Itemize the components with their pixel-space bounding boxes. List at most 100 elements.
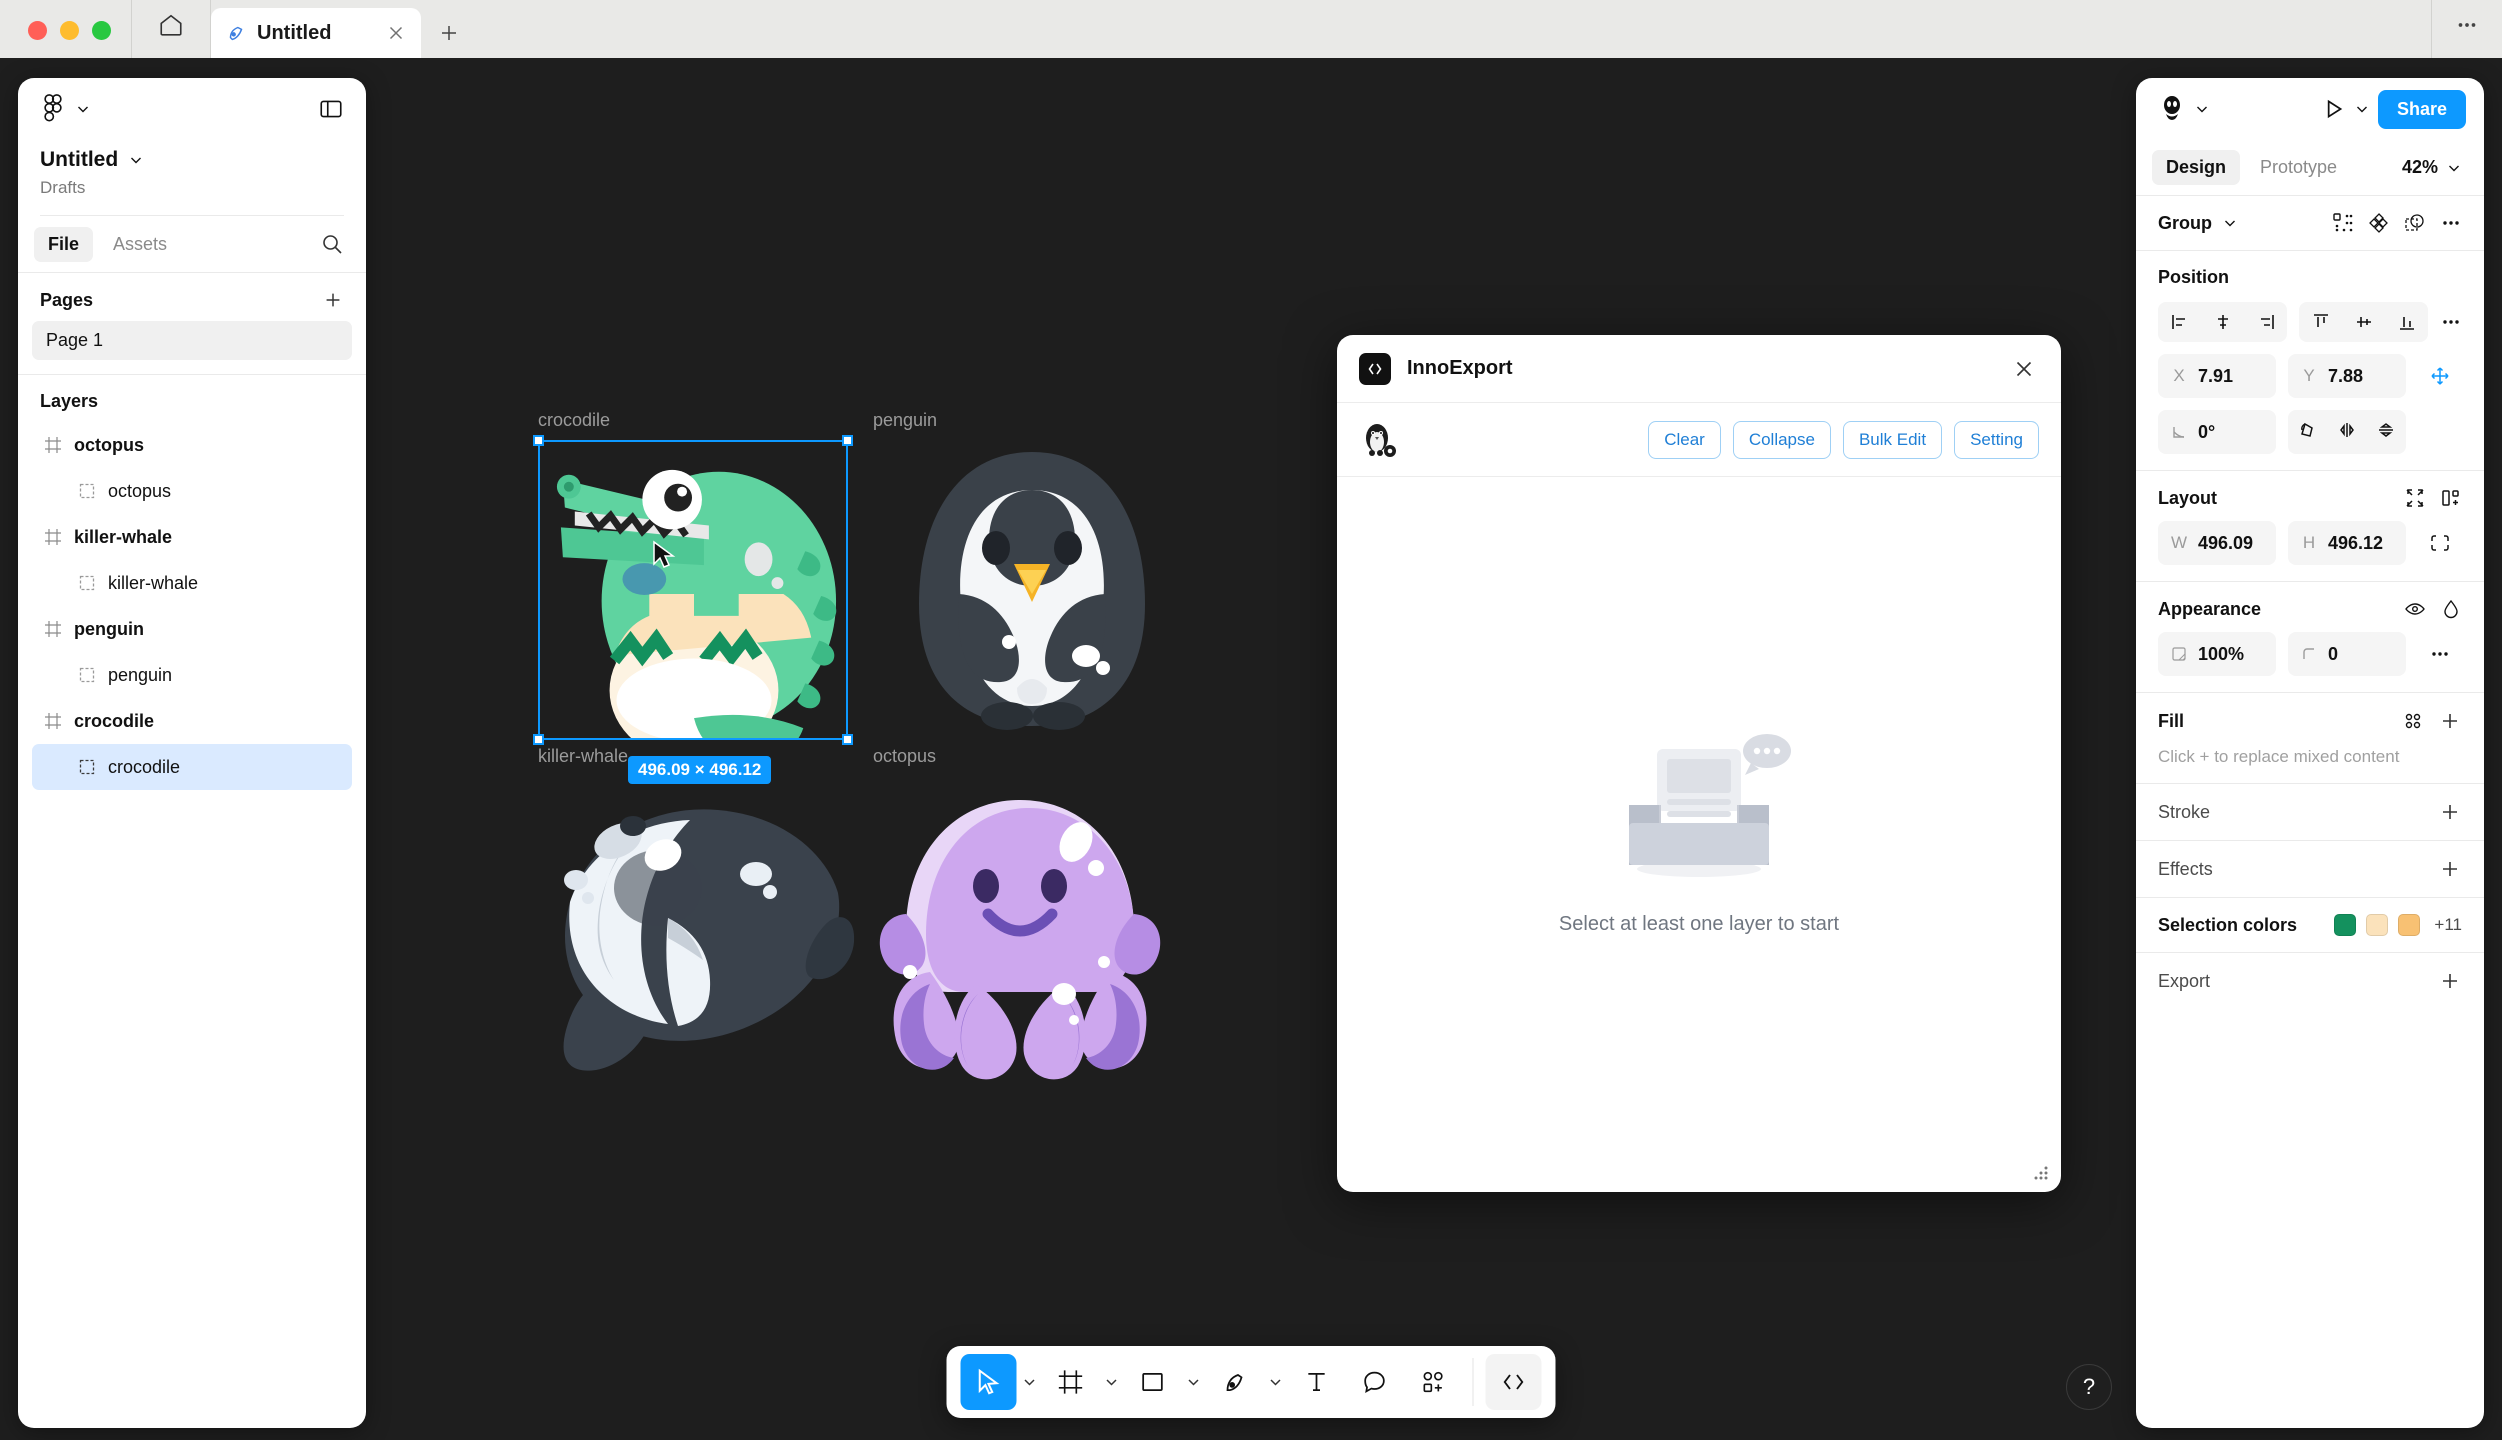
text-tool[interactable] bbox=[1289, 1354, 1345, 1410]
height-field[interactable]: H 496.12 bbox=[2288, 521, 2406, 565]
comment-tool[interactable] bbox=[1347, 1354, 1403, 1410]
browser-tab[interactable]: Untitled bbox=[211, 8, 421, 58]
new-tab-button[interactable] bbox=[421, 8, 477, 58]
artwork-killer-whale[interactable] bbox=[538, 798, 858, 1078]
eye-icon[interactable] bbox=[2404, 598, 2426, 620]
resize-handle-bottom-right[interactable] bbox=[842, 734, 853, 745]
selection-type[interactable]: Group bbox=[2158, 213, 2238, 234]
add-effect-button[interactable] bbox=[2438, 857, 2462, 881]
width-field[interactable]: W 496.09 bbox=[2158, 521, 2276, 565]
resize-handle-bottom-left[interactable] bbox=[533, 734, 544, 745]
resize-handle-top-right[interactable] bbox=[842, 435, 853, 446]
layer-row-killer-whale-group[interactable]: killer-whale bbox=[32, 560, 352, 606]
corner-radius-field[interactable]: 0 bbox=[2288, 632, 2406, 676]
clear-button[interactable]: Clear bbox=[1648, 420, 1721, 459]
plugin-modal[interactable]: InnoExport Clear Collapse Bulk Edit Sett… bbox=[1337, 335, 2061, 1192]
opacity-field[interactable]: 100% bbox=[2158, 632, 2276, 676]
add-auto-layout-icon[interactable] bbox=[2440, 487, 2462, 509]
close-window-button[interactable] bbox=[28, 21, 47, 40]
more-colors-count[interactable]: +11 bbox=[2434, 915, 2462, 935]
pen-tool[interactable] bbox=[1207, 1354, 1263, 1410]
chevron-down-icon[interactable] bbox=[1183, 1354, 1205, 1410]
artwork-octopus[interactable] bbox=[870, 794, 1170, 1084]
align-right-icon[interactable] bbox=[2244, 302, 2287, 342]
artwork-penguin[interactable] bbox=[897, 444, 1167, 734]
panel-layout-icon[interactable] bbox=[318, 96, 344, 122]
chevron-down-icon[interactable] bbox=[1265, 1354, 1287, 1410]
x-position-field[interactable]: X 7.91 bbox=[2158, 354, 2276, 398]
shape-tool[interactable] bbox=[1125, 1354, 1181, 1410]
collapse-button[interactable]: Collapse bbox=[1732, 420, 1831, 459]
add-fill-button[interactable] bbox=[2438, 709, 2462, 733]
avatar[interactable] bbox=[2158, 95, 2210, 123]
layer-row-penguin-frame[interactable]: penguin bbox=[32, 606, 352, 652]
rotation-field[interactable]: 0° bbox=[2158, 410, 2276, 454]
setting-button[interactable]: Setting bbox=[1954, 420, 2039, 459]
align-center-horizontal-icon[interactable] bbox=[2201, 302, 2244, 342]
close-icon[interactable] bbox=[385, 22, 407, 44]
resize-to-fit-icon[interactable] bbox=[2404, 487, 2426, 509]
selection-bounding-box[interactable] bbox=[533, 435, 853, 745]
resize-grip-icon[interactable] bbox=[2031, 1162, 2051, 1182]
tab-file[interactable]: File bbox=[34, 226, 94, 262]
browser-menu-button[interactable] bbox=[2432, 0, 2502, 58]
more-horizontal-icon[interactable] bbox=[2440, 311, 2462, 333]
tab-assets[interactable]: Assets bbox=[99, 227, 181, 262]
resize-handle-top-left[interactable] bbox=[533, 435, 544, 446]
blend-mode-icon[interactable] bbox=[2440, 598, 2462, 620]
mask-icon[interactable] bbox=[2404, 212, 2426, 234]
add-stroke-button[interactable] bbox=[2438, 800, 2462, 824]
align-center-vertical-icon[interactable] bbox=[2342, 302, 2385, 342]
corner-radius-icon[interactable] bbox=[2288, 410, 2327, 450]
chevron-down-icon[interactable] bbox=[1019, 1354, 1041, 1410]
color-swatch[interactable] bbox=[2334, 914, 2357, 936]
align-left-icon[interactable] bbox=[2158, 302, 2201, 342]
absolute-position-icon[interactable] bbox=[2418, 365, 2462, 387]
help-button[interactable]: ? bbox=[2066, 1364, 2112, 1410]
flip-horizontal-icon[interactable] bbox=[2327, 410, 2366, 450]
flip-vertical-icon[interactable] bbox=[2367, 410, 2406, 450]
home-button[interactable] bbox=[132, 0, 210, 58]
chevron-down-icon[interactable] bbox=[1101, 1354, 1123, 1410]
align-bottom-icon[interactable] bbox=[2385, 302, 2428, 342]
minimize-window-button[interactable] bbox=[60, 21, 79, 40]
y-position-field[interactable]: Y 7.88 bbox=[2288, 354, 2406, 398]
add-export-button[interactable] bbox=[2438, 969, 2462, 993]
artboard-label-penguin[interactable]: penguin bbox=[873, 410, 937, 431]
dev-mode-tool[interactable] bbox=[1485, 1354, 1542, 1410]
close-icon[interactable] bbox=[2009, 354, 2039, 384]
zoom-control[interactable]: 42% bbox=[2402, 157, 2468, 178]
variant-icon[interactable] bbox=[2368, 212, 2390, 234]
chevron-down-icon[interactable] bbox=[2354, 101, 2370, 117]
artboard-label-octopus[interactable]: octopus bbox=[873, 746, 936, 767]
layer-row-crocodile-frame[interactable]: crocodile bbox=[32, 698, 352, 744]
more-horizontal-icon[interactable] bbox=[2440, 212, 2462, 234]
layer-row-penguin-group[interactable]: penguin bbox=[32, 652, 352, 698]
maximize-window-button[interactable] bbox=[92, 21, 111, 40]
actions-tool[interactable] bbox=[1405, 1354, 1461, 1410]
tab-design[interactable]: Design bbox=[2152, 150, 2241, 185]
share-button[interactable]: Share bbox=[2377, 89, 2466, 129]
tab-prototype[interactable]: Prototype bbox=[2246, 150, 2351, 185]
file-name-row[interactable]: Untitled bbox=[40, 148, 344, 172]
constrain-proportions-icon[interactable] bbox=[2418, 532, 2462, 554]
bulk-edit-button[interactable]: Bulk Edit bbox=[1842, 420, 1943, 459]
more-horizontal-icon[interactable] bbox=[2418, 643, 2462, 665]
figma-menu-button[interactable] bbox=[40, 94, 91, 124]
play-icon[interactable] bbox=[2320, 96, 2346, 122]
artboard-label-crocodile[interactable]: crocodile bbox=[538, 410, 610, 431]
frame-tool[interactable] bbox=[1043, 1354, 1099, 1410]
page-item-page-1[interactable]: Page 1 bbox=[32, 321, 352, 360]
layer-row-killer-whale-frame[interactable]: killer-whale bbox=[32, 514, 352, 560]
search-button[interactable] bbox=[320, 232, 350, 256]
color-swatch[interactable] bbox=[2366, 914, 2389, 936]
layer-row-octopus-group[interactable]: octopus bbox=[32, 468, 352, 514]
artboard-label-killer-whale[interactable]: killer-whale bbox=[538, 746, 628, 767]
style-library-icon[interactable] bbox=[2402, 710, 2424, 732]
layer-row-octopus-frame[interactable]: octopus bbox=[32, 422, 352, 468]
layer-row-crocodile-group[interactable]: crocodile bbox=[32, 744, 352, 790]
design-canvas[interactable]: crocodile penguin killer-whale octopus 4… bbox=[0, 58, 2502, 1440]
add-page-button[interactable] bbox=[322, 289, 344, 311]
color-swatch[interactable] bbox=[2398, 914, 2421, 936]
move-tool[interactable] bbox=[960, 1354, 1017, 1410]
